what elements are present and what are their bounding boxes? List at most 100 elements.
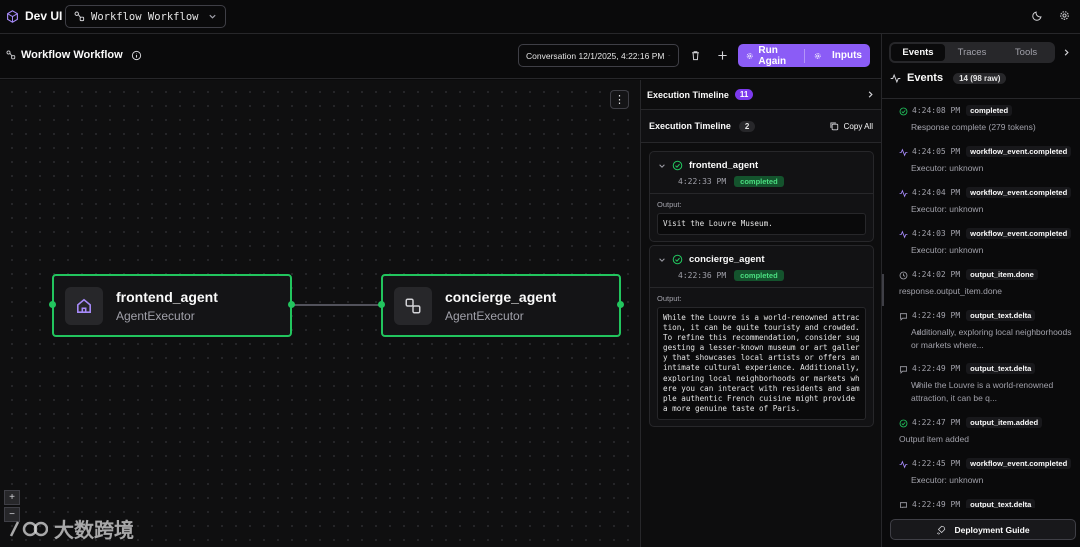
event-item[interactable]: 4:22:47 PM output_item.added Output item a… — [882, 417, 1080, 446]
watermark-logo-icon — [9, 520, 48, 537]
timeline-subheader: Execution Timeline 2 Copy All — [641, 110, 881, 143]
executor-name: frontend_agent — [689, 160, 759, 171]
node-name: frontend_agent — [116, 288, 218, 305]
timeline-item-header[interactable]: concierge_agent 4:22:36 PM completed — [650, 246, 873, 288]
settings-icon[interactable] — [814, 51, 821, 61]
deployment-guide-label: Deployment Guide — [954, 524, 1030, 535]
tab-tools[interactable]: Tools — [999, 44, 1053, 61]
timeline-header[interactable]: Execution Timeline 11 — [641, 80, 881, 110]
chevron-right-icon[interactable]: › — [917, 474, 920, 487]
event-type-badge: workflow_event.completed — [966, 228, 1072, 239]
run-again-button[interactable]: Run Again Inputs — [738, 44, 870, 67]
chevron-right-icon[interactable] — [1062, 48, 1071, 57]
event-detail: Response complete (279 tokens) — [911, 122, 1036, 132]
event-time: 4:24:04 PM — [912, 188, 961, 197]
tab-traces[interactable]: Traces — [945, 44, 999, 61]
conversation-selector[interactable]: Conversation 12/1/2025, 4:22:16 PM — [518, 44, 679, 67]
node-output-handle[interactable] — [617, 301, 624, 308]
output-text: While the Louvre is a world-renowned att… — [657, 307, 866, 420]
chevron-right-icon[interactable]: › — [917, 203, 920, 216]
route-icon — [394, 286, 432, 325]
node-concierge-agent[interactable]: concierge_agent AgentExecutor — [381, 274, 621, 337]
node-output-handle[interactable] — [288, 301, 295, 308]
plus-icon[interactable] — [717, 50, 728, 61]
event-time: 4:22:45 PM — [912, 459, 961, 468]
message-icon — [900, 313, 907, 321]
event-detail: Output item added — [899, 434, 969, 444]
timeline-header-title: Execution Timeline — [647, 89, 729, 100]
event-item[interactable]: 4:24:03 PM workflow_event.completed › Execu… — [882, 228, 1080, 257]
chevron-down-icon — [668, 55, 671, 57]
inputs-label[interactable]: Inputs — [832, 50, 862, 61]
event-type-badge: output_text.delta — [966, 310, 1036, 321]
kebab-icon: ⋮ — [614, 94, 625, 106]
event-item[interactable]: 4:22:49 PM output_text.delta — [882, 499, 1080, 508]
activity-icon — [899, 230, 908, 239]
event-time: 4:22:49 PM — [912, 364, 961, 373]
more-options-button[interactable]: ⋮ — [610, 90, 629, 109]
event-detail: response.output_item.done — [899, 286, 1003, 296]
chevron-right-icon[interactable]: › — [917, 326, 920, 339]
chevron-down-icon[interactable] — [658, 162, 666, 170]
message-icon — [900, 502, 907, 508]
deployment-guide-button[interactable]: Deployment Guide — [890, 519, 1076, 540]
event-item[interactable]: 4:24:08 PM completed › Response complete (2… — [882, 105, 1080, 134]
chevron-right-icon[interactable]: › — [917, 379, 920, 392]
check-circle-icon — [899, 419, 908, 428]
node-input-handle[interactable] — [378, 301, 385, 308]
chevron-down-icon[interactable] — [658, 256, 666, 264]
event-type-badge: workflow_event.completed — [966, 187, 1072, 198]
chevron-right-icon[interactable] — [866, 90, 875, 99]
event-detail: Executor: unknown — [911, 163, 984, 173]
event-type-badge: completed — [966, 105, 1013, 116]
chevron-right-icon[interactable]: › — [917, 121, 920, 134]
event-item[interactable]: 4:24:02 PM output_item.done response.outpu… — [882, 269, 1080, 298]
button-divider — [803, 48, 805, 63]
workflow-toolbar: Workflow Workflow Conversation 12/1/2025… — [0, 34, 881, 79]
event-item[interactable]: 4:22:49 PM output_text.delta › While the Lo… — [882, 363, 1080, 404]
event-detail: While the Louvre is a world-renowned att… — [911, 380, 1054, 403]
trash-icon[interactable] — [690, 50, 701, 61]
events-header: Events 14 (98 raw) — [890, 72, 1007, 84]
event-type-badge: output_item.done — [966, 269, 1038, 280]
chevron-right-icon[interactable]: › — [917, 244, 920, 257]
timeline-item-header[interactable]: frontend_agent 4:22:33 PM completed — [650, 152, 873, 194]
right-panel: Events Traces Tools Events 14 (98 raw) 4… — [881, 34, 1080, 547]
activity-icon — [890, 73, 901, 83]
watermark: 大数跨境 — [8, 514, 134, 543]
event-detail: Additionally, exploring local neighborho… — [911, 327, 1072, 350]
status-badge: completed — [734, 176, 784, 187]
workflow-icon — [6, 50, 16, 60]
event-item[interactable]: 4:24:05 PM workflow_event.completed › Execu… — [882, 146, 1080, 175]
execution-timeline-panel: Execution Timeline 11 Execution Timeline… — [640, 80, 881, 547]
info-icon[interactable] — [131, 50, 142, 61]
conversation-label: Conversation 12/1/2025, 4:22:16 PM — [526, 50, 665, 61]
moon-icon[interactable] — [1032, 10, 1043, 21]
event-type-badge: workflow_event.completed — [966, 458, 1072, 469]
output-label: Output: — [657, 294, 682, 303]
message-icon — [900, 366, 907, 374]
gear-icon — [746, 52, 753, 59]
status-badge: completed — [734, 270, 784, 281]
brand: Dev UI — [6, 9, 62, 23]
panel-tabs: Events Traces Tools — [889, 42, 1055, 63]
copy-icon — [830, 122, 838, 131]
copy-all-button[interactable]: Copy All — [829, 121, 873, 131]
event-item[interactable]: 4:22:45 PM workflow_event.completed › Execu… — [882, 458, 1080, 487]
event-item[interactable]: 4:22:49 PM output_text.delta › Additionally… — [882, 310, 1080, 351]
event-time: 4:24:08 PM — [912, 106, 961, 115]
tab-events[interactable]: Events — [891, 44, 945, 61]
gear-icon[interactable] — [1059, 10, 1070, 21]
event-time: 4:24:02 PM — [912, 270, 961, 279]
check-circle-icon — [672, 160, 683, 171]
event-item[interactable]: 4:24:04 PM workflow_event.completed › Execu… — [882, 187, 1080, 216]
event-time: 4:24:05 PM — [912, 147, 961, 156]
workflow-selector[interactable]: Workflow Workflow — [65, 5, 226, 28]
node-input-handle[interactable] — [49, 301, 56, 308]
zoom-in-button[interactable]: + — [4, 490, 20, 505]
watermark-text: 大数跨境 — [54, 520, 134, 542]
workflow-canvas[interactable]: ⋮ frontend_agent AgentExecutor concierge… — [0, 80, 640, 547]
check-circle-icon — [672, 254, 683, 265]
node-frontend-agent[interactable]: frontend_agent AgentExecutor — [52, 274, 292, 337]
chevron-right-icon[interactable]: › — [917, 162, 920, 175]
